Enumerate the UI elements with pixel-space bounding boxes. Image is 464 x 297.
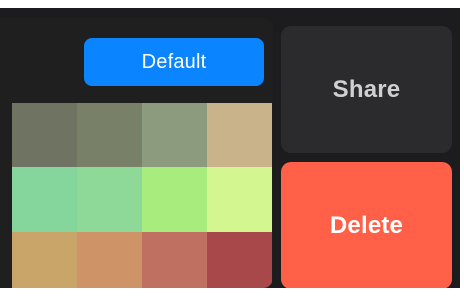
color-swatch[interactable] [207, 231, 272, 288]
delete-button[interactable]: Delete [281, 162, 452, 288]
color-swatch[interactable] [207, 103, 272, 168]
color-swatch[interactable] [12, 167, 77, 232]
color-swatch[interactable] [142, 167, 207, 232]
color-swatch[interactable] [207, 167, 272, 232]
color-swatch[interactable] [77, 103, 142, 168]
color-swatch[interactable] [12, 103, 77, 168]
color-swatch[interactable] [142, 103, 207, 168]
palette-panel: Default [0, 18, 273, 288]
dark-canvas-area: Default Share Delete [0, 8, 460, 288]
default-button[interactable]: Default [84, 38, 264, 86]
color-palette-screen: Default Share Delete [0, 0, 464, 297]
color-swatch[interactable] [142, 231, 207, 288]
color-swatch[interactable] [77, 167, 142, 232]
color-swatch[interactable] [12, 231, 77, 288]
color-swatch-grid [12, 103, 272, 288]
color-swatch[interactable] [77, 231, 142, 288]
share-button[interactable]: Share [281, 26, 452, 153]
